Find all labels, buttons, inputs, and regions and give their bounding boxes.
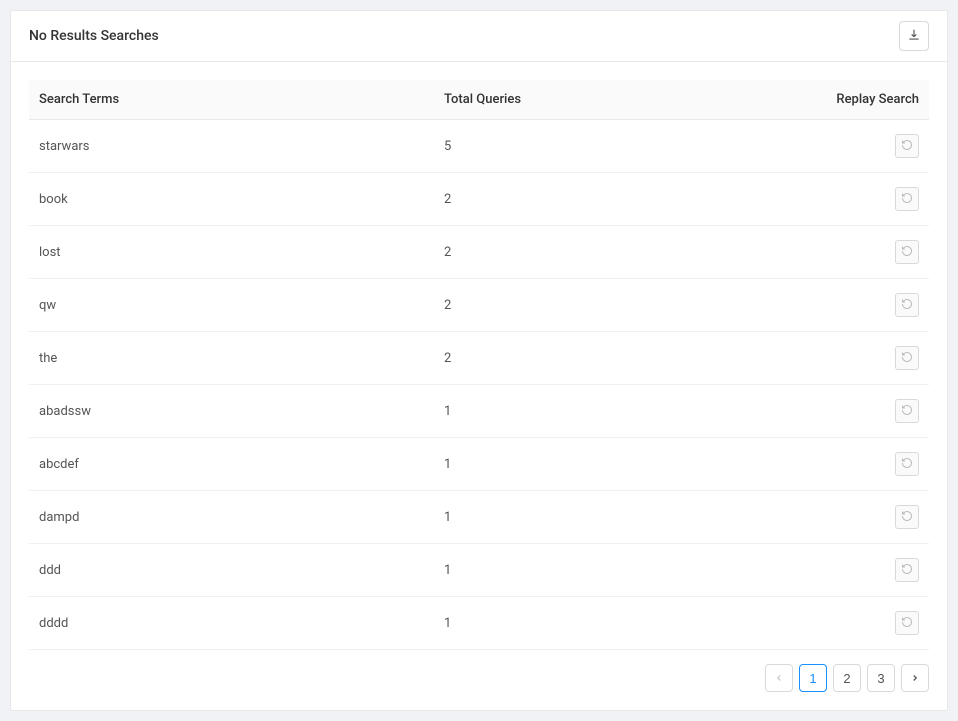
replay-search-button[interactable] — [895, 187, 919, 211]
replay-icon — [901, 245, 913, 260]
no-results-panel: No Results Searches Search Terms Total Q… — [10, 10, 948, 711]
column-header-replay: Replay Search — [794, 80, 929, 120]
cell-replay — [794, 438, 929, 491]
cell-term: the — [29, 332, 434, 385]
cell-replay — [794, 332, 929, 385]
replay-icon — [901, 192, 913, 207]
replay-search-button[interactable] — [895, 346, 919, 370]
pagination-page-button[interactable]: 1 — [799, 664, 827, 692]
cell-term: abadssw — [29, 385, 434, 438]
pagination-page-button[interactable]: 2 — [833, 664, 861, 692]
cell-queries: 2 — [434, 332, 794, 385]
panel-title: No Results Searches — [29, 28, 159, 44]
table-row: lost2 — [29, 226, 929, 279]
cell-replay — [794, 491, 929, 544]
cell-term: book — [29, 173, 434, 226]
replay-search-button[interactable] — [895, 134, 919, 158]
download-icon — [907, 28, 921, 45]
cell-replay — [794, 226, 929, 279]
table-row: abcdef1 — [29, 438, 929, 491]
cell-term: abcdef — [29, 438, 434, 491]
cell-term: qw — [29, 279, 434, 332]
cell-queries: 1 — [434, 385, 794, 438]
cell-term: ddd — [29, 544, 434, 597]
results-table: Search Terms Total Queries Replay Search… — [29, 80, 929, 650]
replay-icon — [901, 404, 913, 419]
replay-search-button[interactable] — [895, 399, 919, 423]
cell-term: starwars — [29, 120, 434, 173]
cell-queries: 1 — [434, 597, 794, 650]
column-header-queries: Total Queries — [434, 80, 794, 120]
pagination-prev-button[interactable] — [765, 664, 793, 692]
cell-replay — [794, 597, 929, 650]
column-header-terms: Search Terms — [29, 80, 434, 120]
pagination-next-button[interactable] — [901, 664, 929, 692]
table-row: abadssw1 — [29, 385, 929, 438]
replay-search-button[interactable] — [895, 611, 919, 635]
panel-body: Search Terms Total Queries Replay Search… — [11, 62, 947, 710]
cell-queries: 2 — [434, 226, 794, 279]
cell-term: dampd — [29, 491, 434, 544]
replay-icon — [901, 298, 913, 313]
cell-queries: 1 — [434, 491, 794, 544]
table-row: book2 — [29, 173, 929, 226]
cell-queries: 5 — [434, 120, 794, 173]
table-row: qw2 — [29, 279, 929, 332]
replay-search-button[interactable] — [895, 240, 919, 264]
cell-replay — [794, 120, 929, 173]
cell-queries: 2 — [434, 173, 794, 226]
replay-icon — [901, 510, 913, 525]
table-row: ddd1 — [29, 544, 929, 597]
table-row: the2 — [29, 332, 929, 385]
replay-icon — [901, 457, 913, 472]
pagination: 123 — [29, 664, 929, 692]
replay-search-button[interactable] — [895, 505, 919, 529]
pagination-page-button[interactable]: 3 — [867, 664, 895, 692]
table-row: dddd1 — [29, 597, 929, 650]
replay-search-button[interactable] — [895, 452, 919, 476]
cell-replay — [794, 279, 929, 332]
cell-queries: 2 — [434, 279, 794, 332]
cell-replay — [794, 173, 929, 226]
panel-header: No Results Searches — [11, 11, 947, 62]
download-button[interactable] — [899, 21, 929, 51]
cell-term: dddd — [29, 597, 434, 650]
table-row: dampd1 — [29, 491, 929, 544]
table-row: starwars5 — [29, 120, 929, 173]
replay-icon — [901, 351, 913, 366]
replay-icon — [901, 616, 913, 631]
cell-queries: 1 — [434, 544, 794, 597]
cell-replay — [794, 385, 929, 438]
cell-replay — [794, 544, 929, 597]
cell-queries: 1 — [434, 438, 794, 491]
cell-term: lost — [29, 226, 434, 279]
replay-search-button[interactable] — [895, 293, 919, 317]
replay-icon — [901, 563, 913, 578]
replay-icon — [901, 139, 913, 154]
replay-search-button[interactable] — [895, 558, 919, 582]
